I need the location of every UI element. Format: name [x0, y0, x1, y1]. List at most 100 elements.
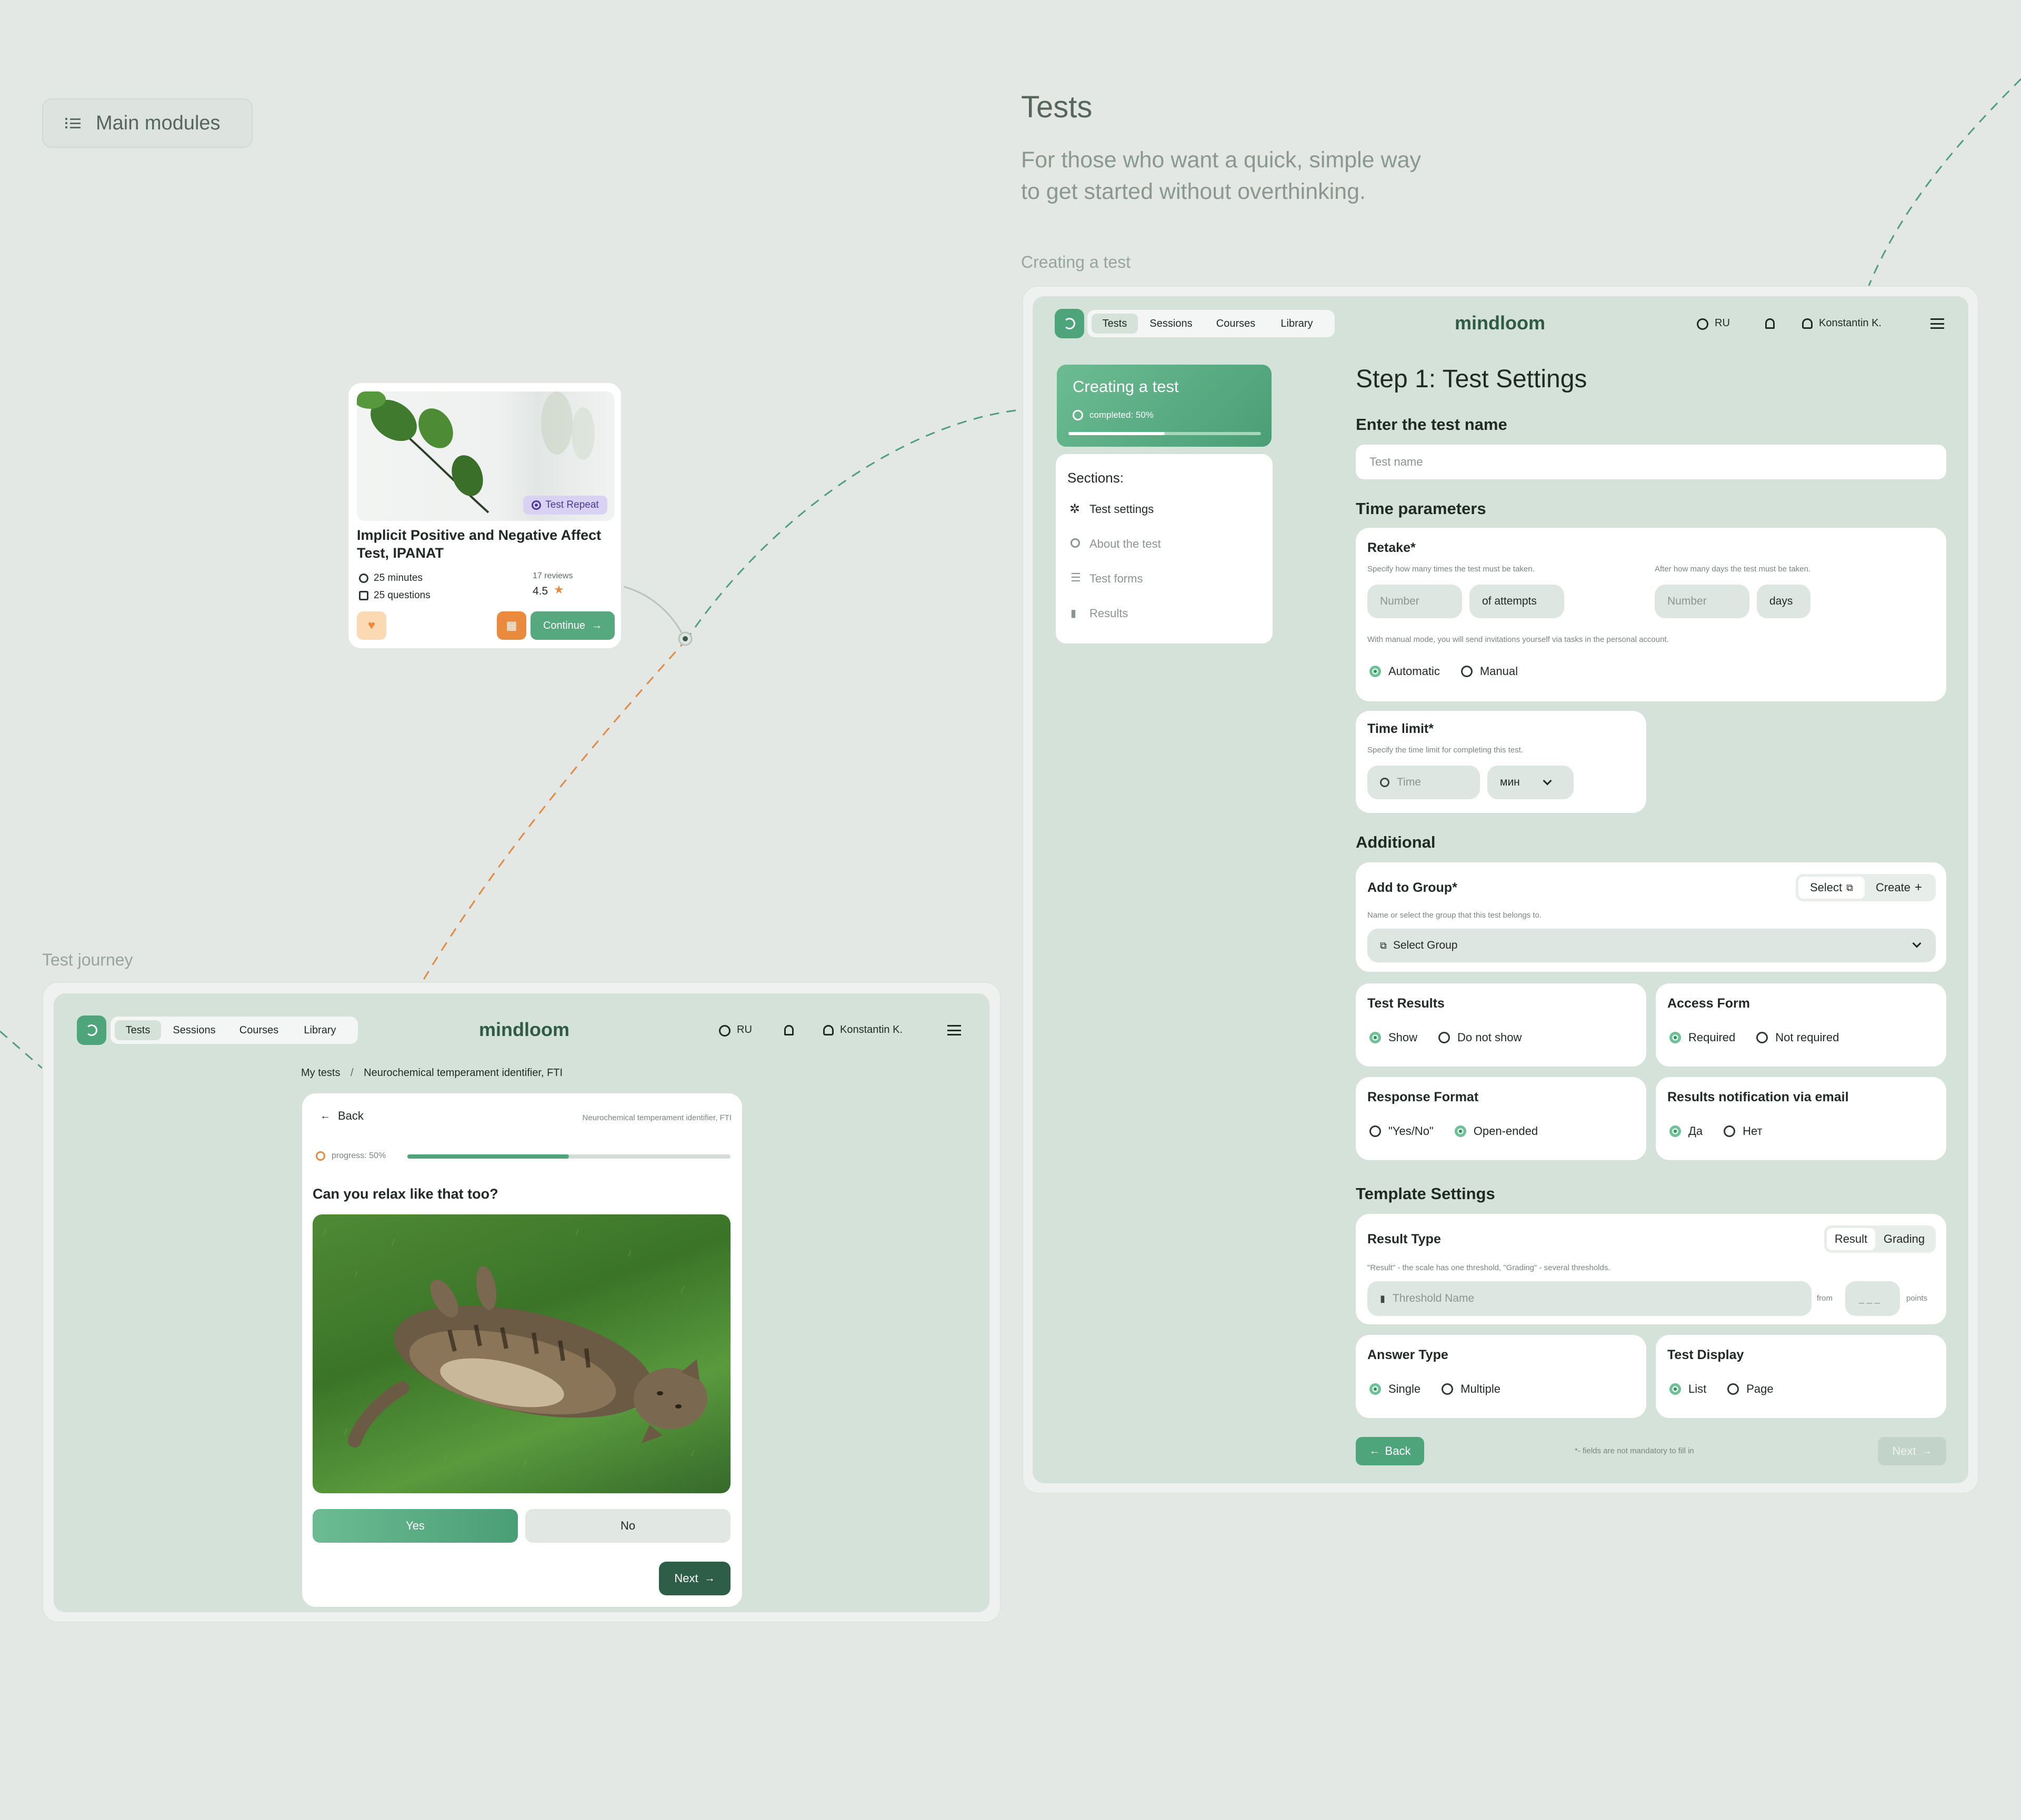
nav-tabs: Tests Sessions Courses Library — [111, 1017, 358, 1044]
bar-chart-icon: ▮ — [1070, 608, 1077, 619]
tab-sessions[interactable]: Sessions — [1138, 314, 1204, 334]
mandatory-note: *- fields are not mandatory to fill in — [1575, 1446, 1694, 1455]
threshold-name-input[interactable]: ▮ Threshold Name — [1367, 1281, 1812, 1316]
radio-page[interactable] — [1727, 1383, 1739, 1395]
section-about-test[interactable]: About the test — [1089, 537, 1161, 551]
user-name[interactable]: Konstantin K. — [1819, 317, 1882, 329]
time-input[interactable]: Time — [1367, 766, 1480, 799]
select-group-dropdown[interactable]: ⧉ Select Group — [1367, 929, 1936, 962]
radio-do-not-show-label: Do not show — [1457, 1031, 1522, 1044]
continue-button[interactable]: Continue → — [531, 611, 615, 640]
group-create-button[interactable]: Create + — [1865, 877, 1933, 899]
question-progress-track — [407, 1154, 731, 1159]
time-limit-title: Time limit* — [1367, 721, 1434, 736]
question-next-button[interactable]: Next → — [659, 1562, 731, 1595]
tab-library[interactable]: Library — [1267, 314, 1326, 334]
app-logo-button[interactable] — [1055, 309, 1084, 338]
radio-automatic[interactable] — [1369, 666, 1381, 677]
retake-days-input[interactable]: Number — [1655, 585, 1749, 618]
bell-icon[interactable] — [1765, 318, 1775, 329]
radio-manual[interactable] — [1460, 666, 1473, 677]
app-logo-button[interactable] — [77, 1015, 106, 1045]
arrow-right-icon: → — [704, 1572, 715, 1584]
answer-no-button[interactable]: No — [525, 1509, 731, 1543]
chevron-down-icon — [1543, 776, 1552, 786]
radio-single[interactable] — [1369, 1383, 1381, 1395]
radio-not-required[interactable] — [1756, 1032, 1768, 1043]
arrow-right-icon: → — [1921, 1445, 1932, 1457]
tab-courses[interactable]: Courses — [227, 1020, 291, 1040]
test-display-card: Test Display List Page — [1656, 1335, 1946, 1418]
answer-type-radio-group: Single Multiple — [1369, 1382, 1522, 1396]
tab-library[interactable]: Library — [291, 1020, 349, 1040]
question-image — [313, 1214, 731, 1493]
tab-tests-label: Tests — [125, 1024, 151, 1036]
progress-card: Creating a test completed: 50% — [1056, 364, 1273, 448]
menu-icon[interactable] — [947, 1025, 961, 1035]
question-progress-text: progress: 50% — [332, 1151, 386, 1160]
threshold-points-placeholder: _ _ _ — [1859, 1293, 1880, 1304]
radio-list-label: List — [1688, 1382, 1707, 1395]
group-card: Add to Group* Select ⧉ Create + Name or se… — [1356, 862, 1946, 972]
test-card-reviews: 17 reviews — [533, 571, 573, 580]
result-type-hint: "Result" - the scale has one threshold, … — [1367, 1263, 1610, 1272]
radio-do-not-show[interactable] — [1438, 1032, 1450, 1043]
question-back-label: Back — [338, 1109, 364, 1122]
test-name-input[interactable]: Test name — [1356, 445, 1946, 479]
user-icon — [823, 1025, 834, 1035]
main-modules-chip[interactable]: Main modules — [42, 98, 253, 148]
tab-tests-label: Tests — [1102, 317, 1127, 329]
test-card[interactable]: Test Repeat Implicit Positive and Negati… — [347, 382, 622, 649]
language-selector[interactable]: RU — [1715, 317, 1730, 329]
retake-card: Retake* Specify how many times the test … — [1356, 528, 1946, 701]
result-type-grading[interactable]: Grading — [1875, 1228, 1933, 1250]
language-selector[interactable]: RU — [737, 1024, 752, 1036]
tab-tests[interactable]: Tests — [1092, 314, 1138, 334]
time-unit-value: мин — [1500, 776, 1520, 788]
group-hint: Name or select the group that this test … — [1367, 911, 1542, 920]
radio-yes-ru[interactable] — [1669, 1125, 1681, 1137]
globe-icon — [1697, 318, 1708, 330]
tab-sessions[interactable]: Sessions — [161, 1020, 227, 1040]
section-results[interactable]: Results — [1089, 607, 1128, 620]
radio-yes-no[interactable] — [1369, 1125, 1381, 1137]
time-placeholder: Time — [1397, 776, 1421, 788]
radio-no-ru[interactable] — [1724, 1125, 1736, 1137]
menu-icon[interactable] — [1930, 318, 1944, 329]
radio-show[interactable] — [1369, 1032, 1381, 1043]
group-select-label: Select — [1809, 881, 1843, 894]
radio-multiple[interactable] — [1442, 1383, 1454, 1395]
bell-icon[interactable] — [784, 1025, 794, 1035]
form-back-button[interactable]: ← Back — [1356, 1437, 1424, 1465]
answer-yes-button[interactable]: Yes — [313, 1509, 518, 1543]
radio-yes-no-label: "Yes/No" — [1388, 1124, 1434, 1138]
group-select-button[interactable]: Select ⧉ — [1798, 877, 1865, 899]
section-test-settings[interactable]: Test settings — [1089, 502, 1154, 516]
retake-number-input[interactable]: Number — [1367, 585, 1462, 618]
favorite-button[interactable]: ♥ — [357, 611, 386, 640]
time-unit-select[interactable]: мин — [1487, 766, 1574, 799]
time-limit-card: Time limit* Specify the time limit for c… — [1356, 711, 1646, 813]
user-name[interactable]: Konstantin K. — [840, 1024, 903, 1036]
radio-required[interactable] — [1669, 1032, 1681, 1043]
nav-tabs: Tests Sessions Courses Library — [1087, 310, 1335, 337]
test-card-title-line2: Test, IPANAT — [357, 545, 444, 561]
radio-list[interactable] — [1669, 1383, 1681, 1395]
answer-type-title: Answer Type — [1367, 1348, 1448, 1362]
form-next-button[interactable]: Next → — [1878, 1437, 1946, 1465]
threshold-points-input[interactable]: _ _ _ — [1845, 1281, 1900, 1316]
calendar-icon: ▦ — [506, 619, 517, 632]
calendar-button[interactable]: ▦ — [497, 611, 526, 640]
radio-automatic-label: Automatic — [1388, 665, 1440, 678]
result-type-result[interactable]: Result — [1827, 1228, 1875, 1250]
tab-courses[interactable]: Courses — [1204, 314, 1267, 334]
question-back-button[interactable]: ← Back — [320, 1109, 364, 1123]
tab-tests[interactable]: Tests — [115, 1020, 161, 1040]
form-next-label: Next — [1892, 1444, 1916, 1457]
breadcrumb-my-tests[interactable]: My tests — [301, 1067, 340, 1079]
chevron-down-icon — [1912, 939, 1922, 948]
radio-open-ended[interactable] — [1454, 1125, 1466, 1137]
test-journey-frame: Tests Sessions Courses Library mindloom … — [42, 982, 1001, 1623]
section-test-forms[interactable]: Test forms — [1089, 572, 1143, 586]
threshold-placeholder: Threshold Name — [1392, 1292, 1475, 1304]
